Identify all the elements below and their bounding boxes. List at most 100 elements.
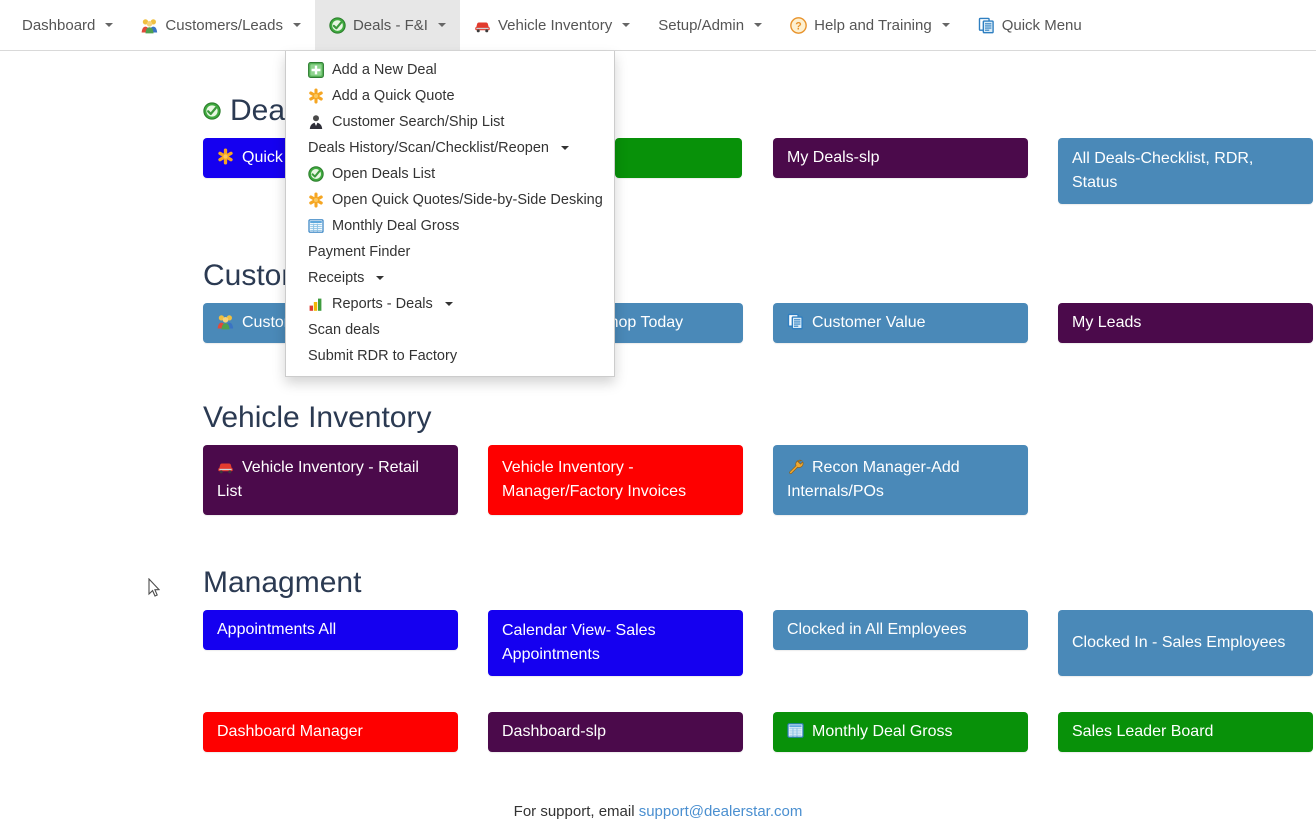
tile-vehicle-inventory-manager-factory-invoices[interactable]: Vehicle Inventory - Manager/Factory Invo… [488, 445, 743, 515]
chevron-down-icon [437, 23, 446, 27]
nav-item-label: Vehicle Inventory [497, 16, 613, 34]
car-icon [217, 458, 234, 475]
menu-item-label: Reports - Deals [332, 296, 433, 312]
menu-item-add-a-quick-quote[interactable]: Add a Quick Quote [286, 83, 614, 109]
tile-label: My Deals-slp [787, 149, 880, 166]
section-heading: Vehicle Inventory [203, 398, 1316, 438]
section-deals: DealsQuick QuoteMy Deals-slpAll Deals-Ch… [0, 91, 1316, 204]
tile-appointments-all[interactable]: Appointments All [203, 610, 458, 650]
tile-clocked-in-sales-employees[interactable]: Clocked In - Sales Employees [1058, 610, 1313, 676]
menu-item-open-deals-list[interactable]: Open Deals List [286, 161, 614, 187]
tile-label: Clocked In - Sales Employees [1072, 634, 1286, 651]
tile-label: Vehicle Inventory - Retail List [217, 459, 419, 500]
bar-chart-icon [308, 296, 324, 312]
nav-item-setup-admin[interactable]: Setup/Admin [644, 0, 776, 50]
deals-dropdown-menu: Add a New Deal Add a Quick Quote Customer … [285, 51, 615, 377]
wrench-icon [787, 458, 804, 475]
tile-label: Appointments All [217, 621, 337, 638]
tile-my-leads[interactable]: My Leads [1058, 303, 1313, 343]
chevron-down-icon [754, 23, 763, 27]
tile-grid: Quick QuoteMy Deals-slpAll Deals-Checkli… [0, 138, 1316, 204]
grid-report-icon [787, 722, 804, 739]
tile-label: All Deals-Checklist, RDR, Status [1072, 150, 1254, 191]
menu-item-reports-deals[interactable]: Reports - Deals [286, 291, 614, 317]
tile-vehicle-inventory-retail-list[interactable]: Vehicle Inventory - Retail List [203, 445, 458, 515]
tile-label: Dashboard-slp [502, 723, 607, 740]
nav-item-label: Deals - F&I [352, 16, 428, 34]
menu-item-label: Open Deals List [332, 166, 436, 182]
menu-item-label: Customer Search/Ship List [332, 114, 505, 130]
tile-label: My Leads [1072, 314, 1142, 331]
menu-item-submit-rdr-to-factory[interactable]: Submit RDR to Factory [286, 343, 614, 369]
orange-asterisk-icon [217, 148, 234, 165]
chevron-down-icon [444, 302, 453, 306]
copy-icon [787, 313, 804, 330]
person-icon [308, 114, 324, 130]
nav-item-label: Help and Training [814, 16, 932, 34]
nav-item-dashboard[interactable]: Dashboard [8, 0, 127, 50]
nav-item-vehicle-inventory[interactable]: Vehicle Inventory [460, 0, 644, 50]
green-plus-icon [308, 62, 324, 78]
nav-item-label: Setup/Admin [658, 16, 745, 34]
copy-icon [978, 17, 995, 34]
svg-text:?: ? [795, 20, 801, 32]
tile-customer-value[interactable]: Customer Value [773, 303, 1028, 343]
tile-recon-manager-add-internals-pos[interactable]: Recon Manager-Add Internals/POs [773, 445, 1028, 515]
tile-grid: CustomersWho is in the Shop TodayCustome… [0, 303, 1316, 343]
question-icon: ? [790, 16, 807, 34]
menu-item-label: Submit RDR to Factory [308, 348, 458, 364]
menu-item-label: Deals History/Scan/Checklist/Reopen [308, 140, 549, 156]
section-heading: Managment [203, 563, 1316, 603]
tile-calendar-view-sales-appointments[interactable]: Calendar View- Sales Appointments [488, 610, 743, 676]
menu-item-payment-finder[interactable]: Payment Finder [286, 239, 614, 265]
tile-all-deals-checklist-rdr-status[interactable]: All Deals-Checklist, RDR, Status [1058, 138, 1313, 204]
car-icon [474, 17, 491, 34]
tile-label: Monthly Deal Gross [812, 723, 953, 740]
orange-asterisk-icon [308, 192, 324, 208]
people-icon [217, 313, 234, 330]
section-vehicle-inventory: Vehicle Inventory Vehicle Inventory - Ret… [0, 398, 1316, 515]
nav-item-quick-menu[interactable]: Quick Menu [964, 0, 1096, 50]
green-check-icon [203, 102, 221, 120]
tile-clocked-in-all-employees[interactable]: Clocked in All Employees [773, 610, 1028, 650]
menu-item-scan-deals[interactable]: Scan deals [286, 317, 614, 343]
menu-item-label: Scan deals [308, 322, 380, 338]
support-email-link[interactable]: support@dealerstar.com [639, 803, 803, 820]
menu-item-monthly-deal-gross[interactable]: Monthly Deal Gross [286, 213, 614, 239]
people-icon [141, 17, 158, 34]
tile-label: Customer Value [812, 314, 926, 331]
main-navbar: Dashboard Customers/Leads Deals - F&I Vehic… [0, 0, 1316, 51]
tile-dashboard-manager[interactable]: Dashboard Manager [203, 712, 458, 752]
menu-item-add-a-new-deal[interactable]: Add a New Deal [286, 57, 614, 83]
menu-item-label: Add a New Deal [332, 62, 437, 78]
menu-item-deals-history-scan-checklist-reopen[interactable]: Deals History/Scan/Checklist/Reopen [286, 135, 614, 161]
section-heading-label: Vehicle Inventory [203, 401, 432, 434]
menu-item-open-quick-quotes-side-by-side-desking[interactable]: Open Quick Quotes/Side-by-Side Desking [286, 187, 614, 213]
tile-dashboard-slp[interactable]: Dashboard-slp [488, 712, 743, 752]
nav-item-customers-leads[interactable]: Customers/Leads [127, 0, 315, 50]
grid-report-icon [308, 218, 324, 234]
tile-label: Sales Leader Board [1072, 723, 1214, 740]
chevron-down-icon [376, 276, 385, 280]
menu-item-label: Payment Finder [308, 244, 411, 260]
orange-asterisk-icon [308, 88, 324, 104]
support-footer: For support, email support@dealerstar.co… [0, 803, 1316, 820]
tile-sales-leader-board[interactable]: Sales Leader Board [1058, 712, 1313, 752]
tile-label: Dashboard Manager [217, 723, 363, 740]
nav-item-deals-f-i[interactable]: Deals - F&I [314, 0, 460, 50]
tile-label: Vehicle Inventory - Manager/Factory Invo… [502, 459, 687, 500]
menu-item-label: Monthly Deal Gross [332, 218, 460, 234]
chevron-down-icon [941, 23, 950, 27]
green-check-icon [329, 16, 346, 34]
tile-monthly-deal-gross[interactable]: Monthly Deal Gross [773, 712, 1028, 752]
menu-item-receipts[interactable]: Receipts [286, 265, 614, 291]
chevron-down-icon [560, 146, 569, 150]
tile-my-deals-slp[interactable]: My Deals-slp [773, 138, 1028, 178]
menu-item-label: Add a Quick Quote [332, 88, 455, 104]
nav-item-label: Quick Menu [1001, 16, 1082, 34]
nav-item-help-and-training[interactable]: ? Help and Training [776, 0, 964, 50]
menu-item-customer-search-ship-list[interactable]: Customer Search/Ship List [286, 109, 614, 135]
tile-untitled-1[interactable] [615, 138, 742, 178]
nav-item-label: Customers/Leads [165, 16, 283, 34]
menu-item-label: Receipts [308, 270, 365, 286]
